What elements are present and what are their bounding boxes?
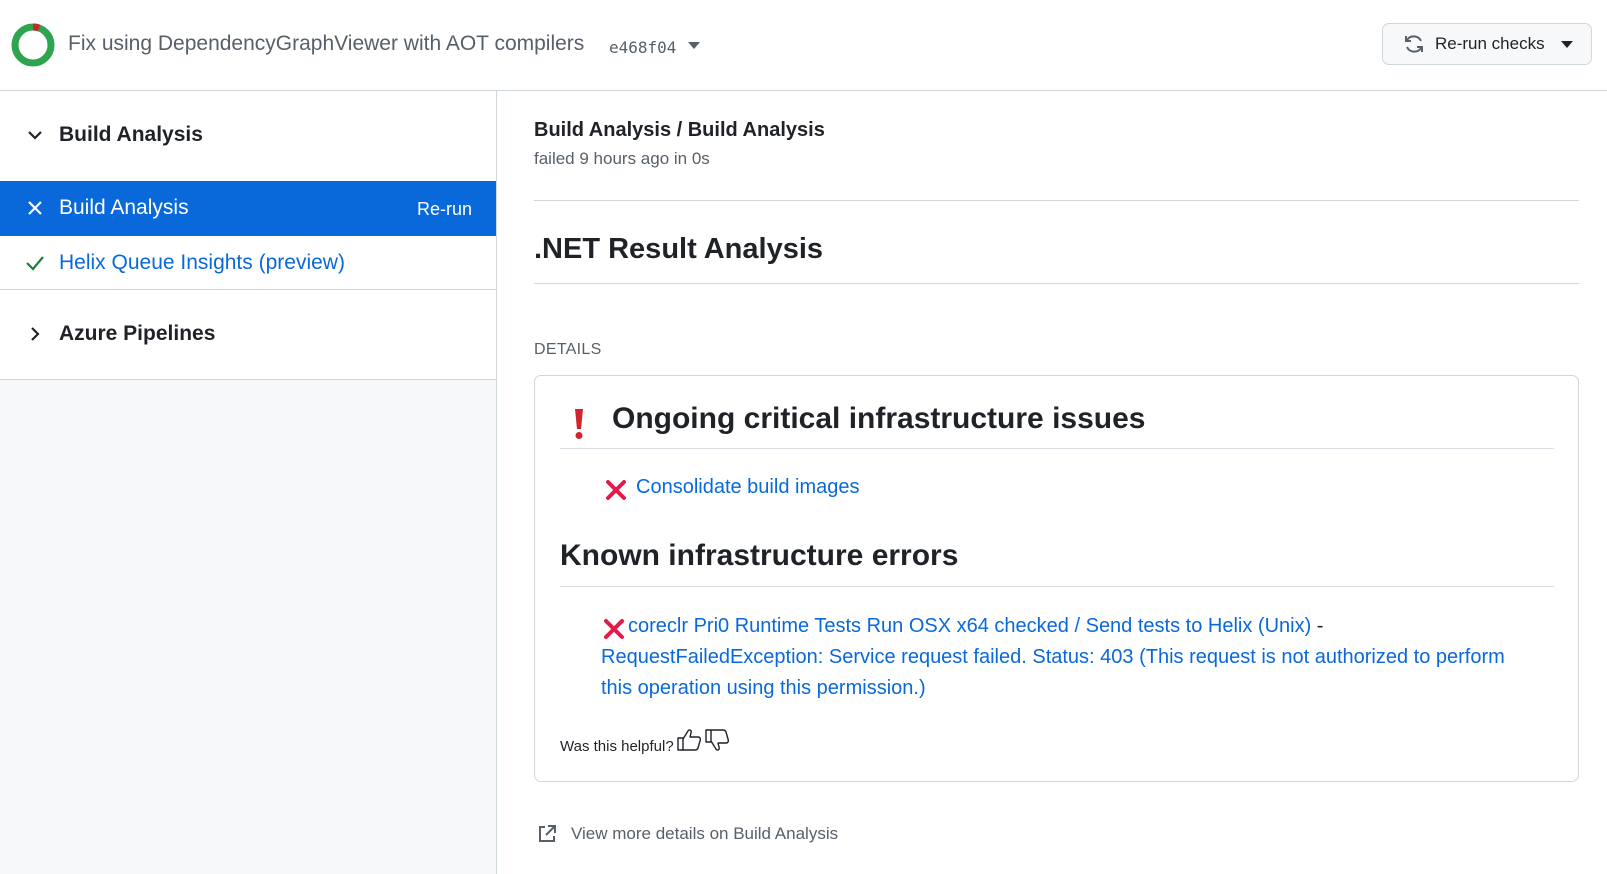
sidebar-job-helix-queue-insights[interactable]: Helix Queue Insights (preview) — [0, 236, 496, 291]
run-status-line: failed 9 hours ago in 0s — [534, 149, 710, 168]
breadcrumb: Build Analysis / Build Analysis — [534, 119, 825, 141]
result-analysis-heading: .NET Result Analysis — [534, 233, 824, 265]
known-error-separator: - — [1311, 615, 1324, 637]
divider — [560, 586, 1554, 587]
known-errors-heading: Known infrastructure errors — [560, 539, 959, 572]
view-more-label: View more details on Build Analysis — [571, 824, 839, 843]
check-run-details: Build Analysis / Build Analysis failed 9… — [534, 91, 1579, 874]
exclamation-icon — [575, 409, 583, 439]
rerun-job-link[interactable]: Re-run — [417, 199, 472, 220]
details-label: DETAILS — [534, 341, 602, 358]
known-error-message-link[interactable]: this operation using this permission.) — [601, 677, 926, 700]
check-icon — [26, 256, 44, 271]
divider — [534, 283, 1579, 284]
commit-sha[interactable]: e468f04 — [609, 38, 676, 57]
ongoing-issues-heading: Ongoing critical infrastructure issues — [612, 402, 1146, 435]
chevron-down-icon — [28, 131, 42, 140]
rerun-checks-button[interactable]: Re-run checks — [1382, 23, 1592, 65]
chevron-down-icon[interactable] — [688, 42, 700, 50]
sidebar-job-label: Helix Queue Insights (preview) — [59, 251, 345, 274]
sidebar-group-header[interactable]: Azure Pipelines — [0, 300, 496, 370]
sidebar-group-header[interactable]: Build Analysis — [0, 101, 496, 171]
known-error-job-link[interactable]: coreclr Pri0 Runtime Tests Run OSX x64 c… — [628, 615, 1311, 637]
sidebar-group-build-analysis: Build Analysis Build Analysis Re-run Hel… — [0, 91, 496, 290]
sync-icon — [1405, 35, 1423, 53]
checks-header: Fix using DependencyGraphViewer with AOT… — [0, 0, 1607, 91]
helpful-prompt: Was this helpful? — [560, 738, 674, 755]
close-x-icon — [28, 201, 42, 215]
view-more-details-link[interactable]: View more details on Build Analysis — [534, 821, 864, 847]
known-error-line: coreclr Pri0 Runtime Tests Run OSX x64 c… — [628, 615, 1323, 638]
known-error-message-link[interactable]: RequestFailedException: Service request … — [601, 646, 1505, 669]
checks-sidebar: Build Analysis Build Analysis Re-run Hel… — [0, 91, 497, 874]
sidebar-group-azure-pipelines: Azure Pipelines — [0, 290, 496, 380]
thumbs-down-icon[interactable] — [704, 727, 730, 753]
check-status-ring-icon — [11, 23, 55, 67]
external-link-icon — [539, 825, 556, 842]
sidebar-job-label: Build Analysis — [59, 196, 189, 219]
thumbs-up-icon[interactable] — [676, 727, 702, 753]
divider — [534, 200, 1579, 201]
chevron-down-icon — [1561, 41, 1573, 48]
rerun-checks-label: Re-run checks — [1435, 34, 1545, 53]
issue-link-consolidate-build-images[interactable]: Consolidate build images — [636, 476, 859, 499]
red-x-icon — [606, 480, 626, 500]
sidebar-group-label: Azure Pipelines — [59, 322, 216, 345]
sidebar-job-build-analysis[interactable]: Build Analysis Re-run — [0, 181, 496, 236]
red-x-icon — [604, 619, 624, 639]
chevron-right-icon — [31, 327, 40, 341]
sidebar-group-label: Build Analysis — [59, 123, 203, 146]
details-card: Ongoing critical infrastructure issues C… — [534, 375, 1579, 782]
divider — [560, 448, 1554, 449]
commit-title: Fix using DependencyGraphViewer with AOT… — [68, 32, 585, 55]
